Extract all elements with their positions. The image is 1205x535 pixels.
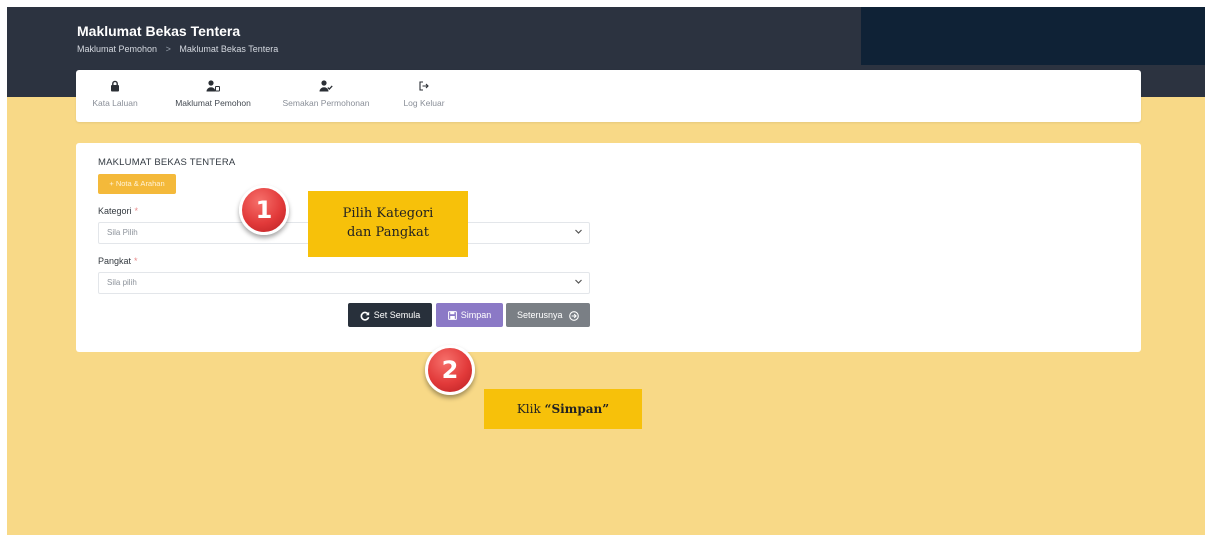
- section-title: MAKLUMAT BEKAS TENTERA: [98, 157, 236, 168]
- breadcrumb-separator: >: [165, 44, 171, 54]
- nota-arahan-button[interactable]: + Nota & Arahan: [98, 174, 176, 194]
- required-mark: *: [134, 256, 138, 266]
- callout-2-emphasis: “Simpan”: [544, 402, 610, 416]
- callout-klik-simpan: Klik “Simpan”: [484, 389, 642, 429]
- callout-1-line-2: dan Pangkat: [346, 225, 430, 240]
- nav-item-label: Kata Laluan: [92, 98, 138, 108]
- refresh-icon: [360, 311, 370, 321]
- nav-item-label: Maklumat Pemohon: [175, 98, 251, 108]
- breadcrumb-item-current: Maklumat Bekas Tentera: [179, 44, 279, 54]
- page-title: Maklumat Bekas Tentera: [77, 23, 241, 39]
- arrow-circle-right-icon: [569, 310, 579, 321]
- breadcrumb: Maklumat Pemohon > Maklumat Bekas Tenter…: [77, 44, 278, 54]
- profile-nav: Kata Laluan Maklumat Pemohon Semakan Per…: [76, 70, 1141, 122]
- kategori-label-text: Kategori: [98, 206, 132, 216]
- breadcrumb-item-maklumat-pemohon[interactable]: Maklumat Pemohon: [77, 44, 157, 54]
- form-card: MAKLUMAT BEKAS TENTERA + Nota & Arahan K…: [76, 143, 1141, 352]
- nav-item-label: Semakan Permohonan: [282, 98, 370, 108]
- chevron-down-icon: [575, 229, 582, 234]
- callout-1-line-1: Pilih Kategori: [342, 206, 434, 221]
- lock-icon: [111, 80, 119, 92]
- seterusnya-button[interactable]: Seterusnya: [506, 303, 590, 327]
- step-marker-1: 1: [239, 185, 289, 235]
- simpan-label: Simpan: [460, 310, 492, 320]
- kategori-label: Kategori *: [98, 206, 138, 216]
- kategori-select-value: Sila Pilih: [107, 228, 138, 237]
- set-semula-button[interactable]: Set Semula: [348, 303, 432, 327]
- set-semula-label: Set Semula: [373, 310, 421, 320]
- redacted-area: [861, 7, 1205, 65]
- pangkat-label-text: Pangkat: [98, 256, 132, 266]
- chevron-down-icon: [575, 279, 582, 284]
- nav-item-semakan-permohonan[interactable]: Semakan Permohonan: [272, 80, 380, 108]
- simpan-button[interactable]: Simpan: [436, 303, 503, 327]
- save-icon: [447, 311, 457, 321]
- user-check-icon: [319, 80, 333, 92]
- user-id-icon: [206, 80, 220, 92]
- sign-out-icon: [419, 81, 429, 91]
- callout-2-prefix: Klik: [516, 402, 545, 416]
- nav-item-kata-laluan[interactable]: Kata Laluan: [80, 80, 150, 108]
- pangkat-select[interactable]: Sila pilih: [98, 272, 590, 294]
- pangkat-label: Pangkat *: [98, 256, 138, 266]
- nav-item-label: Log Keluar: [403, 98, 445, 108]
- seterusnya-label: Seterusnya: [516, 310, 563, 320]
- nav-item-log-keluar[interactable]: Log Keluar: [394, 80, 454, 108]
- required-mark: *: [134, 206, 139, 216]
- pangkat-select-value: Sila pilih: [107, 278, 137, 287]
- nav-item-maklumat-pemohon[interactable]: Maklumat Pemohon: [168, 80, 258, 108]
- step-marker-2: 2: [425, 345, 475, 395]
- callout-pilih-kategori: Pilih Kategori dan Pangkat: [308, 191, 468, 257]
- page-frame: Maklumat Bekas Tentera Maklumat Pemohon …: [7, 7, 1205, 535]
